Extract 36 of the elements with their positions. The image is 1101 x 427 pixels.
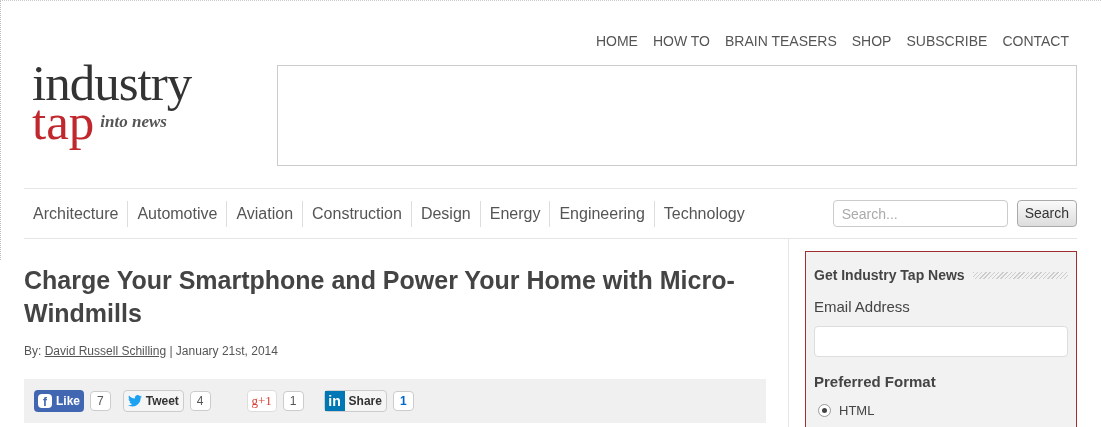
category-link[interactable]: Aviation: [226, 200, 303, 227]
nav-link[interactable]: HOME: [595, 31, 638, 56]
search-button[interactable]: Search: [1016, 200, 1077, 227]
category-link[interactable]: Technology: [653, 200, 754, 227]
category-link[interactable]: Engineering: [549, 200, 654, 227]
bird-icon: [127, 395, 142, 407]
radio-button[interactable]: [818, 404, 831, 418]
nav-link[interactable]: CONTACT: [1002, 31, 1069, 56]
search-field[interactable]: Search...: [832, 200, 1008, 227]
nav-link[interactable]: HOW TO: [652, 31, 710, 56]
byline: By: David Russell Schilling | January 21st, 2014: [24, 343, 279, 360]
panel-title: Get Industry Tap News: [814, 266, 965, 285]
article-title: Charge Your Smartphone and Power Your Home with Micro-Windmills: [24, 265, 736, 329]
email-label: Email Address: [814, 297, 911, 317]
share-count: 1: [392, 391, 414, 411]
plus-one-button[interactable]: g+1: [246, 390, 277, 412]
tweet-button[interactable]: Tweet: [122, 390, 184, 412]
category-link[interactable]: Design: [410, 200, 480, 227]
like-button[interactable]: f Like: [34, 390, 84, 412]
category-link[interactable]: Energy: [479, 200, 550, 227]
radio-label: HTML: [839, 402, 875, 420]
nav-link[interactable]: SHOP: [851, 31, 892, 56]
share-count: 4: [189, 391, 211, 411]
email-field[interactable]: [814, 325, 1068, 357]
category-link[interactable]: Construction: [302, 200, 411, 227]
category-link[interactable]: Automotive: [127, 200, 227, 227]
share-count: 1: [282, 391, 304, 411]
share-count: 7: [90, 391, 111, 411]
nav-link[interactable]: BRAIN TEASERS: [725, 31, 837, 56]
nav-link[interactable]: SUBSCRIBE: [906, 31, 988, 56]
linkedin-icon: in: [324, 391, 345, 411]
author-link[interactable]: David Russell Schilling: [44, 344, 167, 358]
category-link[interactable]: Architecture: [24, 200, 128, 227]
share-button[interactable]: in Share: [323, 390, 387, 412]
format-label: Preferred Format: [814, 371, 937, 392]
facebook-icon: f: [38, 394, 52, 408]
